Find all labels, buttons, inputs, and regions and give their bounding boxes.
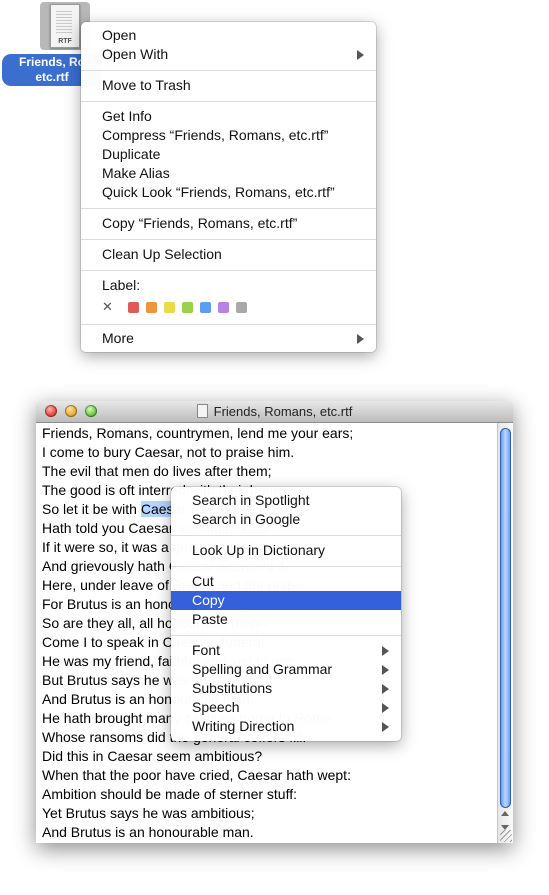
title-bar[interactable]: Friends, Romans, etc.rtf (36, 401, 513, 423)
document-icon: RTF (50, 4, 80, 48)
text-line: The evil that men do lives after them; (42, 463, 272, 479)
menu-item-more[interactable]: More (81, 329, 376, 348)
menu-item-copy-file[interactable]: Copy “Friends, Romans, etc.rtf” (81, 214, 376, 233)
text-line: And Brutus is an honourable man. (42, 824, 254, 840)
text-line: You all did see that on the Lupercal (42, 842, 497, 843)
menu-item-open[interactable]: Open (81, 26, 376, 45)
menu-item-speech[interactable]: Speech (171, 698, 401, 717)
label-color-swatch[interactable] (164, 302, 175, 313)
label-color-swatch[interactable] (218, 302, 229, 313)
menu-label-heading: Label: (102, 277, 141, 293)
menu-separator (81, 324, 376, 325)
scroll-up-arrow-icon[interactable] (501, 811, 509, 816)
menu-item-substitutions[interactable]: Substitutions (171, 679, 401, 698)
resize-grip-icon[interactable] (500, 830, 512, 842)
submenu-arrow-icon (382, 665, 389, 675)
menu-item-make-alias[interactable]: Make Alias (81, 164, 376, 183)
menu-item-copy[interactable]: Copy (171, 591, 401, 610)
no-label-x-icon[interactable]: ✕ (102, 299, 113, 315)
submenu-arrow-icon (382, 703, 389, 713)
menu-item-look-up-dictionary[interactable]: Look Up in Dictionary (171, 541, 401, 560)
menu-item-cut[interactable]: Cut (171, 572, 401, 591)
menu-item-paste[interactable]: Paste (171, 610, 401, 629)
label-color-swatch[interactable] (182, 302, 193, 313)
menu-item-move-to-trash[interactable]: Move to Trash (81, 76, 376, 95)
document-proxy-icon[interactable] (196, 404, 208, 418)
text-context-menu: Search in Spotlight Search in Google Loo… (171, 487, 401, 741)
file-extension: RTF (58, 38, 72, 45)
label-color-swatch[interactable] (200, 302, 211, 313)
text-line: When that the poor have cried, Caesar ha… (42, 767, 351, 783)
menu-item-spelling-grammar[interactable]: Spelling and Grammar (171, 660, 401, 679)
menu-separator (171, 566, 401, 567)
menu-item-duplicate[interactable]: Duplicate (81, 145, 376, 164)
label-color-swatch[interactable] (128, 302, 139, 313)
text-line: I come to bury Caesar, not to praise him… (42, 444, 295, 460)
text-line: Friends, Romans, countrymen, lend me you… (42, 425, 354, 441)
window-title: Friends, Romans, etc.rtf (36, 404, 513, 419)
text-line: Ambition should be made of sterner stuff… (42, 786, 297, 802)
vertical-scrollbar[interactable] (497, 423, 513, 843)
text-line: Yet Brutus says he was ambitious; (42, 805, 255, 821)
menu-item-get-info[interactable]: Get Info (81, 107, 376, 126)
menu-separator (81, 101, 376, 102)
submenu-arrow-icon (357, 334, 364, 344)
menu-separator (81, 270, 376, 271)
finder-context-menu: Open Open With Move to Trash Get Info Co… (81, 22, 376, 352)
submenu-arrow-icon (382, 722, 389, 732)
label-color-swatch[interactable] (236, 302, 247, 313)
submenu-arrow-icon (382, 684, 389, 694)
text-line: Did this in Caesar seem ambitious? (42, 748, 263, 764)
menu-separator (81, 208, 376, 209)
menu-item-font[interactable]: Font (171, 641, 401, 660)
menu-item-clean-up-selection[interactable]: Clean Up Selection (81, 245, 376, 264)
menu-item-writing-direction[interactable]: Writing Direction (171, 717, 401, 736)
menu-separator (171, 635, 401, 636)
menu-item-compress[interactable]: Compress “Friends, Romans, etc.rtf” (81, 126, 376, 145)
submenu-arrow-icon (382, 646, 389, 656)
menu-item-search-spotlight[interactable]: Search in Spotlight (171, 491, 401, 510)
menu-item-open-with[interactable]: Open With (81, 45, 376, 64)
menu-separator (81, 70, 376, 71)
menu-separator (171, 535, 401, 536)
menu-item-quick-look[interactable]: Quick Look “Friends, Romans, etc.rtf” (81, 183, 376, 202)
label-color-swatch[interactable] (146, 302, 157, 313)
menu-separator (81, 239, 376, 240)
label-color-picker: ✕ (102, 299, 252, 316)
scrollbar-thumb[interactable] (500, 428, 511, 808)
submenu-arrow-icon (357, 50, 364, 60)
menu-item-search-google[interactable]: Search in Google (171, 510, 401, 529)
selected-text: Caes (140, 501, 174, 517)
